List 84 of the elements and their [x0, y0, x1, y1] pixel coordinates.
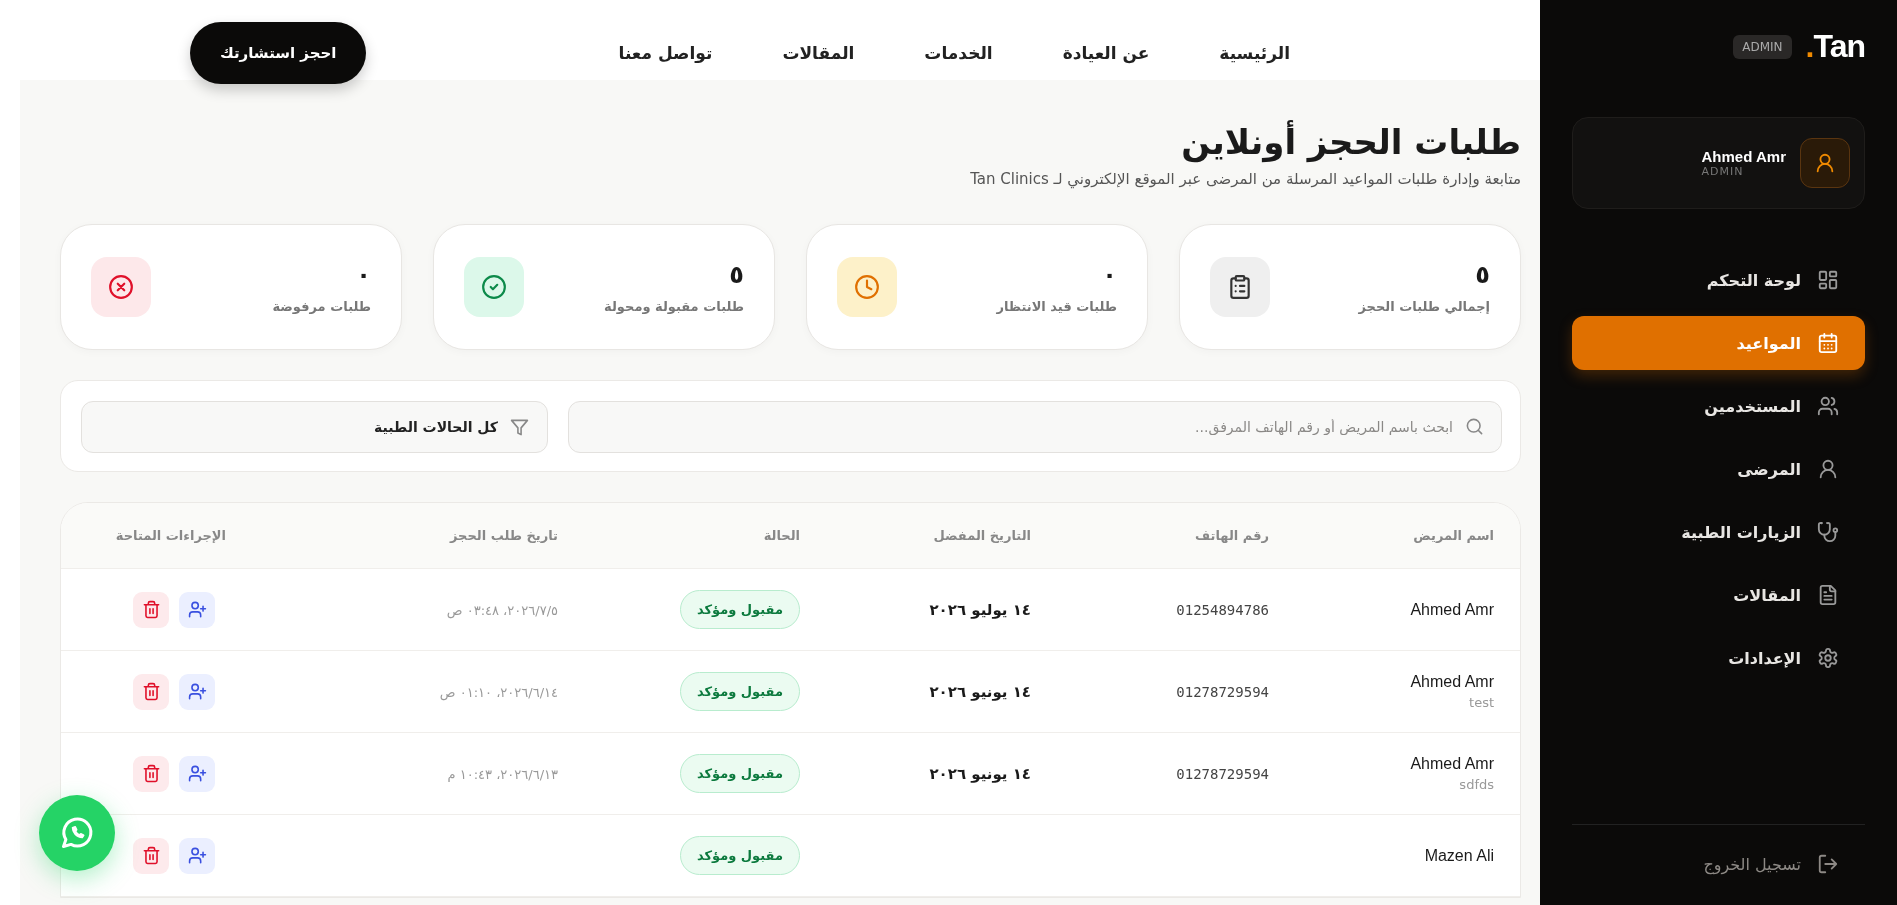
add-user-icon	[187, 600, 207, 619]
status-badge: مقبول ومؤكد	[679, 672, 800, 711]
sidebar-item[interactable]: الزيارات الطبية	[1572, 505, 1865, 559]
patient-note: sdfds	[1458, 777, 1494, 792]
page-subtitle: متابعة وإدارة طلبات المواعيد المرسلة من المرضى عبر الموقع الإلكتروني لـ Tan Clinics	[969, 170, 1521, 188]
stat-label: إجمالي طلبات الحجز	[1358, 298, 1490, 314]
clipboard-icon	[1227, 274, 1253, 300]
sidebar-item[interactable]: لوحة التحكم	[1572, 253, 1865, 307]
nav-link[interactable]: عن العيادة	[1062, 43, 1150, 63]
convert-to-patient-button[interactable]	[179, 591, 215, 628]
patient-name: Ahmed Amr	[1409, 673, 1494, 691]
add-user-icon	[187, 764, 207, 783]
book-consultation-button[interactable]: احجز استشارتك	[190, 22, 367, 84]
trash-icon	[141, 764, 161, 783]
document-icon	[1817, 584, 1839, 606]
column-header: اسم المريض	[1412, 528, 1494, 543]
phone-number: 01254894786	[1176, 602, 1269, 618]
status-badge: مقبول ومؤكد	[679, 590, 800, 629]
settings-icon	[1817, 647, 1839, 669]
patient-name: Ahmed Amr	[1409, 600, 1494, 619]
clock-icon	[854, 274, 880, 300]
convert-to-patient-button[interactable]	[179, 755, 215, 792]
trash-icon	[141, 846, 161, 865]
avatar	[1800, 138, 1850, 188]
sidebar-item[interactable]: المرضى	[1572, 442, 1865, 496]
filter-icon	[510, 417, 529, 437]
chat-bubble-icon	[59, 815, 95, 851]
check-circle-icon	[481, 274, 507, 300]
column-header: تاريخ طلب الحجز	[448, 528, 558, 543]
request-date: ١٤/٦/٢٠٢٦، ٠١:١٠ ص	[439, 685, 558, 700]
grid-icon	[1817, 269, 1839, 291]
logo[interactable]: .Tan	[1805, 28, 1865, 65]
x-circle-icon	[108, 274, 134, 300]
request-date: ١٣/٦/٢٠٢٦، ١٠:٤٣ م	[447, 767, 558, 782]
stat-label: طلبات قيد الانتظار	[996, 298, 1117, 314]
add-user-icon	[187, 682, 207, 701]
profile-name: Ahmed Amr	[1701, 148, 1786, 165]
column-header: الإجراءات المتاحة	[114, 528, 226, 543]
sidebar-item[interactable]: المستخدمين	[1572, 379, 1865, 433]
column-header: التاريخ المفضل	[932, 528, 1031, 543]
sidebar-item[interactable]: الإعدادات	[1572, 631, 1865, 685]
nav-link[interactable]: الخدمات	[924, 43, 993, 63]
delete-button[interactable]	[133, 591, 169, 628]
nav-link[interactable]: تواصل معنا	[618, 43, 713, 63]
delete-button[interactable]	[133, 837, 169, 874]
preferred-date: ١٤ يوليو ٢٠٢٦	[929, 601, 1031, 619]
patient-name: Ahmed Amr	[1409, 755, 1494, 773]
add-user-icon	[187, 846, 207, 865]
patient-note: test	[1468, 695, 1494, 710]
page-title: طلبات الحجز أونلاين	[1180, 122, 1521, 162]
nav-link[interactable]: المقالات	[782, 43, 855, 63]
logout-link[interactable]: تسجيل الخروج	[1572, 824, 1865, 875]
preferred-date: ١٤ يونيو ٢٠٢٦	[929, 683, 1031, 701]
nav-link[interactable]: الرئيسية	[1219, 43, 1290, 63]
logout-icon	[1817, 853, 1839, 875]
request-date: ٥/٧/٢٠٢٦، ٠٣:٤٨ ص	[446, 603, 558, 618]
stat-value: ٥	[728, 260, 744, 289]
trash-icon	[141, 682, 161, 701]
calendar-icon	[1817, 332, 1839, 354]
column-header: رقم الهاتف	[1194, 528, 1269, 543]
column-header: الحالة	[762, 528, 800, 543]
stat-value: ٥	[1474, 260, 1490, 289]
delete-button[interactable]	[133, 755, 169, 792]
stethoscope-icon	[1817, 521, 1839, 543]
sidebar-item[interactable]: المقالات	[1572, 568, 1865, 622]
profile-role: ADMIN	[1701, 165, 1745, 178]
status-badge: مقبول ومؤكد	[679, 836, 800, 875]
phone-number: 01278729594	[1176, 766, 1269, 782]
status-badge: مقبول ومؤكد	[679, 754, 800, 793]
delete-button[interactable]	[133, 673, 169, 710]
stat-value: ٠	[355, 260, 371, 289]
stat-label: طلبات مرفوضة	[272, 298, 371, 314]
stat-label: طلبات مقبولة ومحولة	[604, 298, 744, 314]
user-icon	[1817, 458, 1839, 480]
patient-name: Mazen Ali	[1423, 846, 1494, 865]
preferred-date: ١٤ يونيو ٢٠٢٦	[929, 765, 1031, 783]
convert-to-patient-button[interactable]	[179, 673, 215, 710]
role-badge: ADMIN	[1733, 34, 1792, 59]
phone-number: 01278729594	[1176, 684, 1269, 700]
convert-to-patient-button[interactable]	[179, 837, 215, 874]
status-filter-dropdown[interactable]: كل الحالات الطبية	[81, 401, 548, 453]
users-icon	[1817, 395, 1839, 417]
trash-icon	[141, 600, 161, 619]
stat-value: ٠	[1101, 260, 1117, 289]
